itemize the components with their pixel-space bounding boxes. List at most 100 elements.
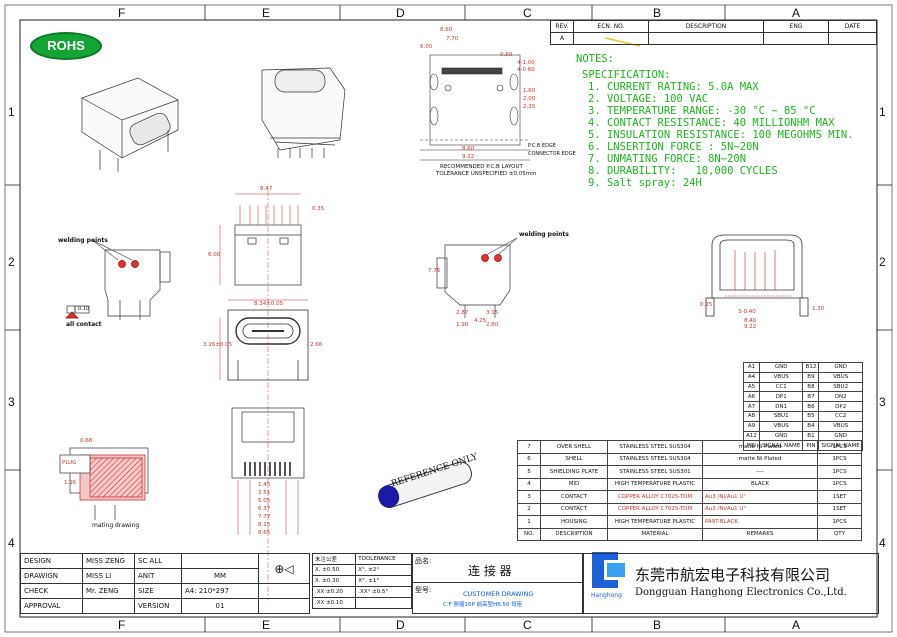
- dim-f-bot-2: 1.95: [64, 480, 77, 486]
- scale-label: SC ALL: [134, 553, 182, 569]
- note-8: 8. DURABILITY: 10,000 CYCLES: [588, 165, 778, 177]
- dim-d-top-4: 0.50: [500, 52, 513, 58]
- bom-row: 4 MID HIGH TEMPERATURE PLASTIC BLACK 1PCS: [517, 477, 862, 491]
- bom-material: HIGH TEMPERATURE PLASTIC: [607, 515, 703, 529]
- dim-d-top-2: 7.70: [446, 36, 459, 42]
- pin-cell: B6: [802, 401, 820, 412]
- bom-row: 1 HOUSING HIGH TEMPERATURE PLASTIC PA9T-BLA…: [517, 515, 862, 529]
- tolerance-linear: .XX ±0.20: [311, 586, 357, 598]
- note-3: 3. TEMPERATURE RANGE: -30 °C ~ 85 °C: [588, 105, 816, 117]
- eng-header: ENG: [763, 20, 829, 33]
- signal-cell: GND: [758, 362, 804, 373]
- plug-label: PLUG: [62, 460, 77, 466]
- note-7: 7. UNMATING FORCE: 8N~20N: [588, 153, 747, 165]
- signal-cell: VBUS: [758, 371, 804, 383]
- bom-no: 5: [517, 465, 541, 479]
- rohs-logo: ROHS: [30, 32, 102, 60]
- zone-row-3-right: 3: [879, 395, 886, 409]
- bom-no: 3: [517, 490, 541, 504]
- pin-cell: A8: [743, 410, 760, 422]
- pin-cell: A1: [743, 362, 760, 373]
- dim-e-bot-5: 7.77: [258, 514, 271, 520]
- zone-row-4-right: 4: [879, 536, 886, 550]
- zone-col-f-bottom: F: [118, 618, 126, 632]
- bom-material: COPPER ALLOY C7025-TDM: [607, 490, 703, 504]
- bom-remarks: matte Ni Plated: [702, 452, 818, 466]
- bom-description: MID: [540, 477, 608, 491]
- product-divider: [413, 582, 583, 583]
- zone-col-e: E: [262, 6, 271, 20]
- unit-label: ANIT: [134, 568, 182, 584]
- tolerance-linear: X. ±0.30: [311, 575, 357, 587]
- pinout-row: A9 VBUS B4 VBUS: [743, 420, 863, 432]
- note-9: 9. Salt spray: 24H: [588, 177, 702, 189]
- bom-description: SHIELDING PLATE: [540, 465, 608, 479]
- dim-e-top-2: 0.35: [312, 206, 325, 212]
- pinout-row: A5 CC1 B8 SBU2: [743, 381, 863, 393]
- tolerance-linear: .XX ±0.10: [311, 597, 357, 609]
- version-label: VERSION: [134, 598, 182, 614]
- dim-e-bot-4: 6.37: [258, 506, 271, 512]
- note-4: 4. CONTACT RESISTANCE: 40 MILLIONHM MAX: [588, 117, 835, 129]
- dim-d-mid-4: 4.25: [474, 318, 487, 324]
- dim-d-top-3: 6.00: [420, 44, 433, 50]
- pin-cell: B4: [802, 420, 820, 432]
- dim-d-top-11: 9.22: [462, 154, 475, 160]
- bom-material: STAINLESS STEEL SUS304: [607, 452, 703, 466]
- bom-no: 6: [517, 452, 541, 466]
- drawing-name: MISS LI: [82, 568, 135, 584]
- check-label: CHECK: [20, 583, 83, 599]
- pinout-row: A8 SBU1 B5 CC2: [743, 410, 863, 422]
- company-box: 东莞市航宏电子科技有限公司 Dongguan Hanghong Electron…: [582, 553, 879, 614]
- dim-e-mid-1: 8.34±0.05: [254, 301, 284, 307]
- product-name-label: 品名:: [415, 557, 432, 565]
- signal-cell: VBUS: [818, 371, 863, 383]
- eng-value: [763, 32, 829, 45]
- pin-cell: B8: [802, 381, 820, 393]
- model-line-2: C.F 侧插16P 前高型H6.50 母座: [443, 602, 523, 608]
- zone-col-d-bottom: D: [396, 618, 405, 632]
- design-name: MISS ZENG: [82, 553, 135, 569]
- tolerance-linear: X. ±0.50: [311, 564, 357, 576]
- tolerance-table: 未注公差 TOOLERANCE X. ±0.50 X°. ±2° X. ±0.30 X…: [311, 553, 412, 609]
- bom-qty-header: QTY: [817, 527, 862, 541]
- dim-d-mid-6: 2.60: [486, 322, 499, 328]
- signal-cell: VBUS: [758, 420, 804, 432]
- tolerance-angular: [355, 597, 412, 609]
- dim-d-mid-5: 1.90: [456, 322, 469, 328]
- bom-no: 4: [517, 477, 541, 491]
- pin-cell: A6: [743, 391, 760, 403]
- bom-remarks: matte Ni Plated: [702, 440, 818, 454]
- zone-row-2: 2: [8, 255, 15, 269]
- revision-table: REV. ECN. NO. DESCRIPTION ENG DATE A: [550, 20, 877, 45]
- dim-d-mid-3: 3.15: [486, 310, 499, 316]
- dim-d-top-6: 4-0.60: [517, 67, 535, 73]
- pin-cell: A9: [743, 420, 760, 432]
- front-view-e: [219, 299, 309, 381]
- pinout-row: A7 DN1 B6 DP2: [743, 401, 863, 412]
- model-label: 型号:: [415, 586, 432, 594]
- bom-qty: 1PCS: [817, 465, 862, 479]
- pin-cell: B5: [802, 410, 820, 422]
- bom-description-header: DESCRIPTION: [540, 527, 608, 541]
- zone-col-a: A: [792, 6, 801, 20]
- dim-b-mid-1: 0.25: [700, 302, 713, 308]
- tolerance-header: TOOLERANCE: [355, 553, 412, 565]
- size-value: A4: 210*297: [181, 583, 259, 599]
- bom-remarks: Au3 /Ni/Au1 U": [702, 502, 818, 516]
- bom-row: 7 OVER SHELL STAINLESS STEEL SUS304 matte N…: [517, 440, 862, 454]
- description-header: DESCRIPTION: [648, 20, 764, 33]
- pinout-row: A4 VBUS B9 VBUS: [743, 371, 863, 383]
- ecn-header: ECN. NO.: [573, 20, 649, 33]
- company-name-en: Dongguan Hanghong Electronics Co.,Ltd.: [635, 587, 847, 598]
- pin-cell: B12: [802, 362, 820, 373]
- notes-title: NOTES:: [576, 53, 614, 65]
- bom-row: 6 SHELL STAINLESS STEEL SUS304 matte Ni Pla…: [517, 452, 862, 466]
- bom-description: CONTACT: [540, 502, 608, 516]
- bom-material: COPPER ALLOY C7025-TDM: [607, 502, 703, 516]
- bom-row: 2 CONTACT COPPER ALLOY C7025-TDM Au3 /Ni/Au…: [517, 502, 862, 516]
- bom-qty: 1SET: [817, 502, 862, 516]
- bom-qty: 1PCS: [817, 440, 862, 454]
- signal-cell: CC2: [818, 410, 863, 422]
- drawing-label: DRAWIGN: [20, 568, 83, 584]
